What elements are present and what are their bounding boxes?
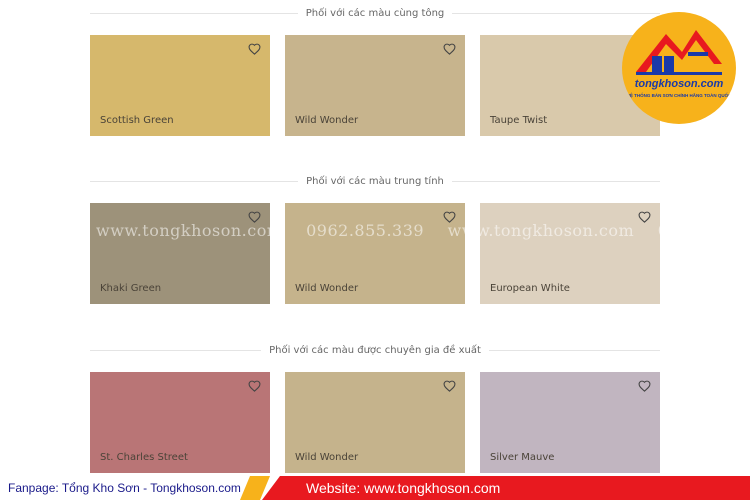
color-card[interactable]: Wild Wonder bbox=[285, 203, 465, 304]
footer-website-link[interactable]: Website: www.tongkhoson.com bbox=[306, 480, 500, 496]
section-title-text: Phối với các màu được chuyên gia đề xuất bbox=[269, 344, 481, 356]
heart-icon[interactable] bbox=[248, 211, 261, 223]
heart-icon[interactable] bbox=[638, 211, 651, 223]
house-roof-icon bbox=[636, 30, 722, 75]
color-name: Wild Wonder bbox=[295, 115, 359, 126]
color-card[interactable]: Wild Wonder bbox=[285, 35, 465, 136]
color-name: Wild Wonder bbox=[295, 452, 359, 463]
section-title-text: Phối với các màu cùng tông bbox=[305, 7, 445, 19]
logo-brand-text: tongkhoson.com bbox=[634, 78, 724, 90]
color-card[interactable]: Scottish Green bbox=[90, 35, 270, 136]
section-title-text: Phối với các màu trung tính bbox=[306, 175, 444, 187]
color-name: European White bbox=[490, 283, 570, 294]
color-name: Scottish Green bbox=[100, 115, 174, 126]
section-title-same-tone: Phối với các màu cùng tông bbox=[90, 6, 660, 20]
color-card[interactable]: Silver Mauve bbox=[480, 372, 660, 473]
color-name: Taupe Twist bbox=[490, 115, 548, 126]
color-name: St. Charles Street bbox=[100, 452, 188, 463]
watermark-text: 0962.855.339 bbox=[657, 221, 750, 240]
swatch-row-same-tone: Scottish Green Wild Wonder Taupe Twist bbox=[90, 35, 660, 136]
heart-icon[interactable] bbox=[443, 43, 456, 55]
swatch-row-expert: St. Charles Street Wild Wonder Silver Ma… bbox=[90, 372, 660, 473]
footer-fanpage-link[interactable]: Fanpage: Tổng Kho Sơn - Tongkhoson.com bbox=[8, 481, 241, 495]
logo-tagline: HỆ THỐNG BÁN SƠN CHÍNH HÃNG TOÀN QUỐC bbox=[626, 93, 732, 98]
brand-logo: tongkhoson.com HỆ THỐNG BÁN SƠN CHÍNH HÃ… bbox=[622, 12, 736, 124]
section-title-neutral: Phối với các màu trung tính bbox=[90, 174, 660, 188]
swatch-row-neutral: Khaki Green Wild Wonder European White bbox=[90, 203, 660, 304]
heart-icon[interactable] bbox=[248, 380, 261, 392]
color-card[interactable]: St. Charles Street bbox=[90, 372, 270, 473]
color-card[interactable]: Khaki Green bbox=[90, 203, 270, 304]
color-card[interactable]: Wild Wonder bbox=[285, 372, 465, 473]
color-name: Khaki Green bbox=[100, 283, 162, 294]
heart-icon[interactable] bbox=[443, 211, 456, 223]
heart-icon[interactable] bbox=[443, 380, 456, 392]
color-card[interactable]: European White bbox=[480, 203, 660, 304]
footer-banner: Fanpage: Tổng Kho Sơn - Tongkhoson.com W… bbox=[0, 476, 750, 500]
section-title-expert: Phối với các màu được chuyên gia đề xuất bbox=[90, 343, 660, 357]
heart-icon[interactable] bbox=[638, 380, 651, 392]
heart-icon[interactable] bbox=[248, 43, 261, 55]
color-name: Wild Wonder bbox=[295, 283, 359, 294]
color-name: Silver Mauve bbox=[490, 452, 555, 463]
